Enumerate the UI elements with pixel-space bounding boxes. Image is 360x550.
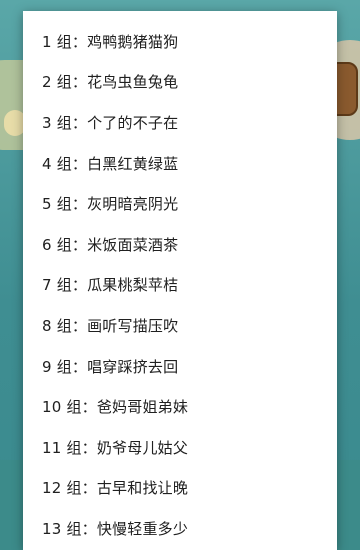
- group-item-4[interactable]: 4 组：白黑红黄绿蓝: [23, 143, 337, 184]
- group-item-5[interactable]: 5 组：灰明暗亮阴光: [23, 183, 337, 224]
- group-item-2[interactable]: 2 组：花鸟虫鱼兔龟: [23, 62, 337, 103]
- group-item-1[interactable]: 1 组：鸡鸭鹅猪猫狗: [23, 21, 337, 62]
- group-item-11[interactable]: 11 组：奶爷母儿姑父: [23, 427, 337, 468]
- group-item-12[interactable]: 12 组：古早和找让晚: [23, 468, 337, 509]
- group-item-9[interactable]: 9 组：唱穿踩挤去回: [23, 346, 337, 387]
- group-item-8[interactable]: 8 组：画听写描压吹: [23, 305, 337, 346]
- group-item-6[interactable]: 6 组：米饭面菜酒茶: [23, 224, 337, 265]
- group-item-13[interactable]: 13 组：快慢轻重多少: [23, 508, 337, 549]
- group-item-3[interactable]: 3 组：个了的不子在: [23, 102, 337, 143]
- group-item-7[interactable]: 7 组：瓜果桃梨苹桔: [23, 265, 337, 306]
- group-item-10[interactable]: 10 组：爸妈哥姐弟妹: [23, 386, 337, 427]
- group-select-dialog: 1 组：鸡鸭鹅猪猫狗 2 组：花鸟虫鱼兔龟 3 组：个了的不子在 4 组：白黑红…: [23, 11, 337, 550]
